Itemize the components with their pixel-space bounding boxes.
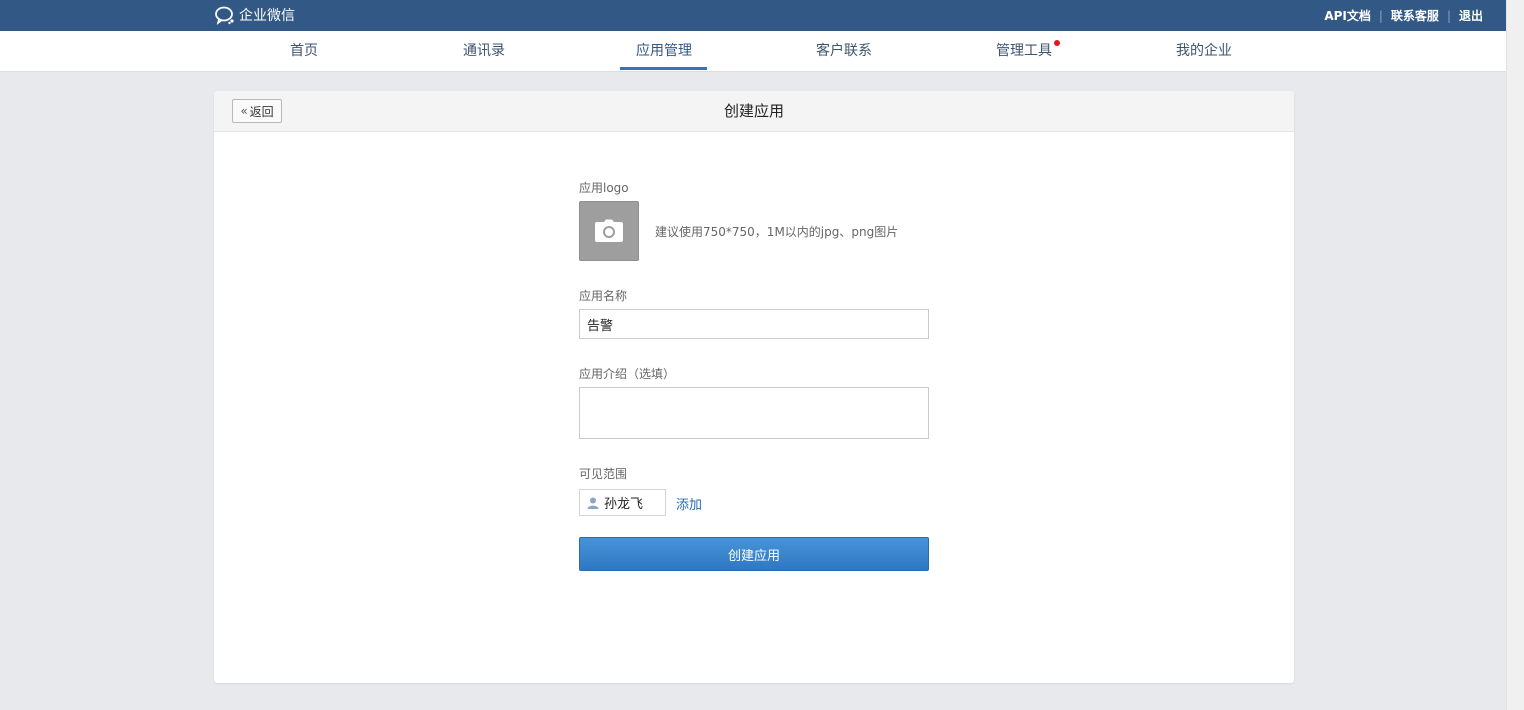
nav-item-my-company[interactable]: 我的企业 — [1176, 31, 1232, 71]
card-header: 创建应用 « 返回 — [214, 91, 1294, 132]
separator: | — [1378, 8, 1383, 23]
app-description-input[interactable] — [579, 387, 929, 439]
add-member-link[interactable]: 添加 — [676, 494, 702, 513]
visible-member-tag[interactable]: 孙龙飞 — [579, 489, 666, 516]
user-icon — [587, 497, 599, 509]
app-name-input[interactable] — [579, 309, 929, 339]
wechat-work-logo-icon — [215, 6, 234, 25]
nav-item-contacts[interactable]: 通讯录 — [463, 31, 505, 71]
visibility-label: 可见范围 — [579, 467, 628, 481]
description-label: 应用介绍（选填） — [579, 367, 676, 381]
active-tab-indicator — [620, 67, 707, 70]
page-title: 创建应用 — [723, 102, 784, 120]
nav-item-management-tools[interactable]: 管理工具 — [996, 31, 1060, 71]
logo-upload-button[interactable] — [579, 201, 639, 261]
contact-support-link[interactable]: 联系客服 — [1391, 7, 1439, 24]
logo-hint: 建议使用750*750，1M以内的jpg、png图片 — [655, 225, 899, 239]
create-app-button[interactable]: 创建应用 — [579, 537, 929, 571]
separator: | — [1446, 8, 1451, 23]
camera-icon — [595, 219, 623, 242]
name-label: 应用名称 — [579, 289, 628, 303]
top-bar: 企业微信 API文档 | 联系客服 | 退出 — [0, 0, 1507, 31]
api-docs-link[interactable]: API文档 — [1324, 7, 1371, 24]
scrollbar[interactable] — [1506, 0, 1524, 710]
notification-dot — [1054, 40, 1060, 46]
logo-label: 应用logo — [579, 181, 629, 195]
nav-item-label: 管理工具 — [996, 43, 1052, 59]
member-name: 孙龙飞 — [604, 497, 644, 512]
main-nav: 首页 通讯录 应用管理 客户联系 管理工具 我的企业 — [0, 31, 1507, 72]
brand-name: 企业微信 — [239, 8, 295, 24]
double-chevron-left-icon: « — [240, 104, 248, 118]
top-links: API文档 | 联系客服 | 退出 — [1324, 7, 1483, 24]
back-button[interactable]: « 返回 — [232, 99, 282, 123]
nav-item-customer-contact[interactable]: 客户联系 — [816, 31, 872, 71]
logout-link[interactable]: 退出 — [1459, 7, 1483, 24]
nav-item-app-management[interactable]: 应用管理 — [636, 31, 692, 71]
back-label: 返回 — [249, 104, 274, 119]
nav-item-home[interactable]: 首页 — [290, 31, 318, 71]
brand[interactable]: 企业微信 — [214, 5, 295, 25]
create-app-card: 创建应用 « 返回 应用logo 建议使用750*750，1M以内的jpg、pn… — [214, 91, 1294, 683]
